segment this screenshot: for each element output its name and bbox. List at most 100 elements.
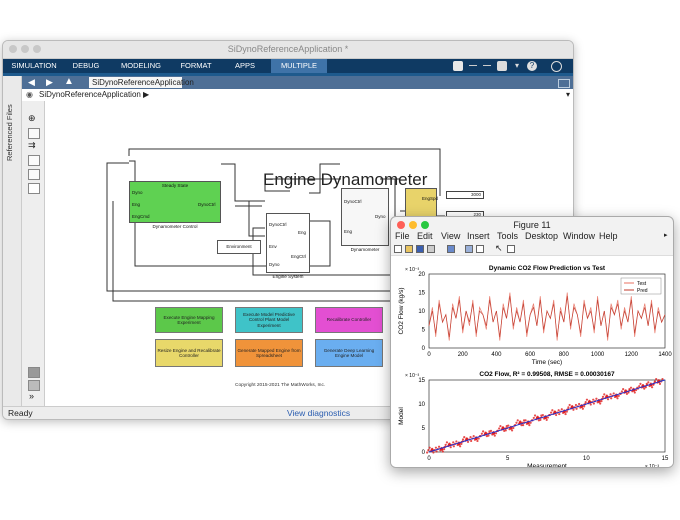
menu-edit[interactable]: Edit: [417, 231, 433, 241]
scatter-point: [533, 414, 537, 417]
scatter-point: [473, 438, 477, 441]
scatter-point: [427, 448, 430, 452]
menu-help[interactable]: Help: [599, 231, 618, 241]
expand-palette-icon[interactable]: »: [29, 391, 34, 401]
explorer-toggle-icon[interactable]: [558, 79, 570, 88]
scatter-point: [605, 394, 608, 397]
layout-icon[interactable]: [453, 61, 463, 71]
area-icon[interactable]: [28, 183, 40, 194]
menu-insert[interactable]: Insert: [467, 231, 490, 241]
scatter-point: [617, 394, 620, 397]
display-engspd: 3000: [446, 191, 484, 199]
scatter-point: [465, 437, 468, 440]
diagram-title: Engine Dynamometer: [263, 170, 428, 189]
scatter-point: [463, 436, 466, 439]
scatter-point: [482, 430, 485, 433]
new-figure-icon[interactable]: [394, 245, 402, 253]
tab-apps[interactable]: APPS: [227, 59, 263, 73]
copyright-text: Copyright 2015-2021 The MathWorks, Inc.: [235, 383, 326, 388]
legend-icon[interactable]: [476, 245, 484, 253]
address-dropdown-icon[interactable]: ▾: [566, 90, 570, 99]
scatter-point: [599, 402, 602, 405]
scatter-point: [428, 446, 431, 449]
print-icon[interactable]: [427, 245, 435, 253]
back-arrow-icon[interactable]: ◀: [28, 77, 35, 88]
tab-simulation[interactable]: SIMULATION: [7, 59, 61, 73]
engine-system-block[interactable]: DynoCtrl Env Dyno Eng EngCtrl: [266, 213, 310, 273]
save-icon[interactable]: [416, 245, 424, 253]
search-icon[interactable]: [551, 61, 562, 72]
environment-block[interactable]: Environment: [217, 240, 261, 254]
steady-state-label: Steady State: [161, 183, 189, 188]
tab-debug[interactable]: DEBUG: [65, 59, 107, 73]
execute-engine-mapping-button[interactable]: Execute Engine Mapping Experiment: [155, 307, 223, 333]
y-tick-label: 5: [422, 328, 426, 334]
model-tab[interactable]: SiDynoReferenceApplication: [89, 77, 194, 88]
menu-view[interactable]: View: [441, 231, 460, 241]
y-tick-label: 0: [422, 346, 426, 352]
scatter-point: [437, 445, 441, 448]
arrow-right-icon[interactable]: ⇉: [28, 140, 36, 151]
open-icon[interactable]: [405, 245, 413, 253]
scatter-point: [653, 380, 657, 383]
view-diagnostics-link[interactable]: View diagnostics: [287, 408, 350, 418]
property-inspector-icon[interactable]: [28, 380, 40, 391]
scatter-point: [546, 416, 550, 419]
scatter-point: [603, 393, 606, 396]
referenced-files-panel-tab[interactable]: Referenced Files: [5, 81, 19, 161]
menu-overflow-icon[interactable]: ▸: [664, 231, 668, 239]
scatter-point: [459, 445, 462, 448]
link-icon[interactable]: [447, 245, 455, 253]
menu-file[interactable]: File: [395, 231, 410, 241]
menu-window[interactable]: Window: [563, 231, 595, 241]
menu-tools[interactable]: Tools: [497, 231, 518, 241]
tab-modeling[interactable]: MODELING: [115, 59, 167, 73]
help-icon[interactable]: ?: [527, 61, 537, 71]
x-tick-label: 0: [427, 352, 431, 358]
scatter-point: [561, 411, 565, 414]
execute-mpc-plant-model-button[interactable]: Execute Model Predictive Control Plant M…: [235, 307, 303, 333]
scatter-point: [606, 398, 610, 401]
layout-dropdown-icon[interactable]: ▾: [515, 61, 519, 70]
pointer-icon[interactable]: ↖: [495, 243, 503, 254]
dynamometer-block[interactable]: DynoCtrl Eng Dyno: [341, 188, 389, 246]
annotation-icon[interactable]: [28, 155, 40, 166]
generate-mapped-engine-button[interactable]: Generate Mapped Engine from Spreadsheet: [235, 339, 303, 367]
figure-title: Figure 11: [513, 220, 551, 230]
recalibrate-controller-button[interactable]: Recalibrate Controller: [315, 307, 383, 333]
resize-engine-button[interactable]: Resize Engine and Recalibrate Controller: [155, 339, 223, 367]
image-icon[interactable]: [28, 169, 40, 180]
scatter-point: [650, 386, 654, 389]
x-tick-label: 5: [506, 456, 510, 462]
quick-access-toolbar: ▾ ?: [453, 61, 563, 72]
tab-multiple[interactable]: MULTIPLE: [271, 59, 327, 73]
hide-explorer-icon[interactable]: ◉: [26, 90, 33, 99]
forward-arrow-icon[interactable]: ▶: [46, 77, 53, 88]
view-icon[interactable]: [497, 61, 507, 71]
scatter-point: [441, 450, 444, 453]
camera-icon[interactable]: [28, 367, 40, 378]
tab-format[interactable]: FORMAT: [173, 59, 219, 73]
model-path[interactable]: SiDynoReferenceApplication ▶: [39, 90, 149, 99]
menu-desktop[interactable]: Desktop: [525, 231, 558, 241]
zoom-icon[interactable]: ⊕: [28, 113, 36, 124]
scatter-point: [435, 450, 438, 453]
scatter-point: [493, 434, 496, 437]
dock-icon[interactable]: [507, 245, 515, 253]
port-dyno-out: Dyno: [375, 214, 386, 219]
scatter-point: [469, 436, 472, 439]
dynamometer-control-block[interactable]: Steady State Dyno Eng EngCmd DynoCtrl: [129, 181, 221, 223]
scatter-point: [639, 382, 642, 385]
scatter-point: [536, 415, 539, 418]
scatter-point: [638, 385, 641, 388]
scatter-point: [655, 377, 658, 381]
up-arrow-icon[interactable]: ▲: [64, 76, 74, 87]
fit-view-icon[interactable]: [28, 128, 40, 139]
scatter-point: [498, 427, 501, 430]
generate-deep-learning-button[interactable]: Generate Deep Learning Engine Model: [315, 339, 383, 367]
colorbar-icon[interactable]: [465, 245, 473, 253]
minimize-ribbon-icon[interactable]: [469, 65, 477, 66]
scatter-point: [557, 409, 560, 412]
scatter-point: [528, 424, 531, 427]
scatter-point: [431, 447, 434, 450]
